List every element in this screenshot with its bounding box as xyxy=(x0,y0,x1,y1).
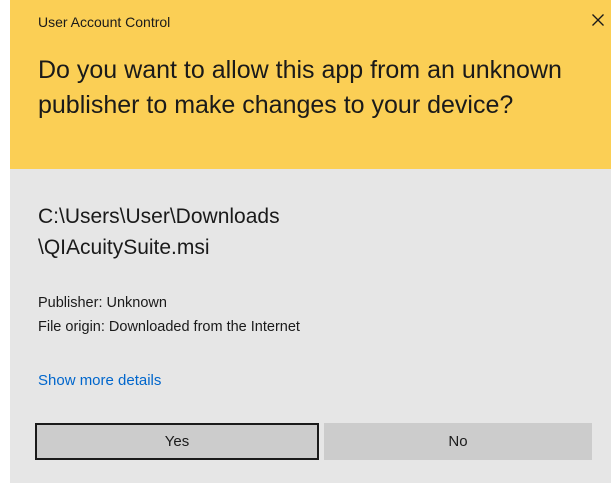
window-title: User Account Control xyxy=(38,14,171,30)
uac-dialog: User Account Control Do you want to allo… xyxy=(0,0,611,483)
dialog-header: User Account Control Do you want to allo… xyxy=(10,0,611,169)
no-button[interactable]: No xyxy=(324,423,592,460)
close-icon xyxy=(591,13,605,27)
show-more-details-link[interactable]: Show more details xyxy=(38,372,161,389)
close-button[interactable] xyxy=(585,6,611,34)
file-details: Publisher: Unknown File origin: Download… xyxy=(38,291,300,339)
publisher-text: Publisher: Unknown xyxy=(38,295,167,311)
dialog-question: Do you want to allow this app from an un… xyxy=(38,56,562,119)
dialog-body: C:\Users\User\Downloads \QIAcuitySuite.m… xyxy=(10,169,611,483)
file-path-line2: \QIAcuitySuite.msi xyxy=(38,236,210,259)
file-path-line1: C:\Users\User\Downloads xyxy=(38,205,280,228)
yes-button[interactable]: Yes xyxy=(35,423,319,460)
file-path: C:\Users\User\Downloads \QIAcuitySuite.m… xyxy=(38,201,538,263)
file-origin-text: File origin: Downloaded from the Interne… xyxy=(38,319,300,335)
